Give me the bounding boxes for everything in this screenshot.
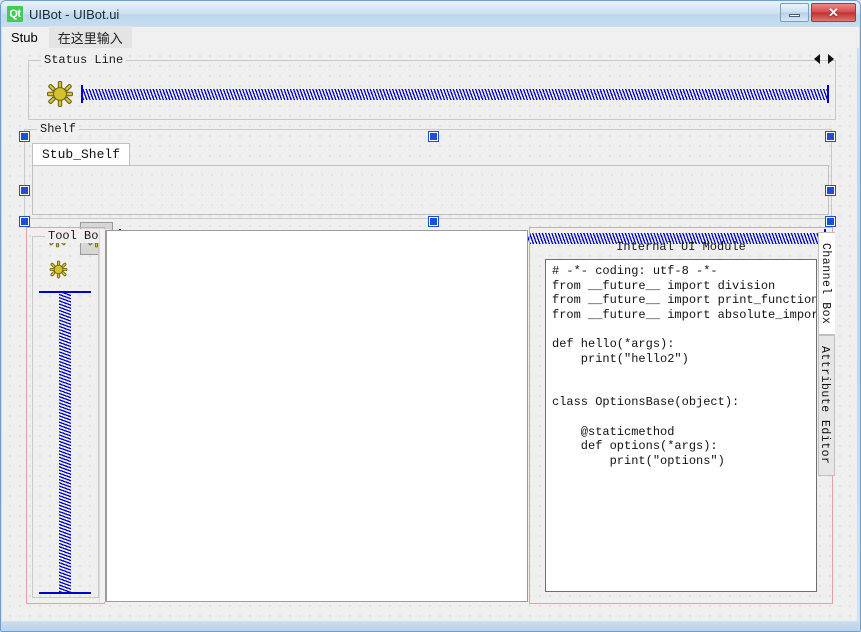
status-line-gear-icon[interactable]: [46, 80, 74, 108]
application-window: Qt UIBot - UIBot.ui ✕ Stub 在这里输入 Status …: [0, 0, 861, 632]
selection-handle-middle-right[interactable]: [825, 185, 836, 196]
selection-handle-top-center[interactable]: [428, 131, 439, 142]
menu-item-new-placeholder[interactable]: 在这里输入: [48, 26, 132, 49]
selection-handle-top-right[interactable]: [825, 131, 836, 142]
internal-ui-module-editor[interactable]: # -*- coding: utf-8 -*- from __future__ …: [545, 259, 817, 592]
minimize-button[interactable]: [780, 3, 809, 22]
spacer-spring: [83, 88, 827, 100]
designer-form-canvas: Status Line Shelf Stub_Shelf Tool Box In…: [2, 48, 857, 621]
selection-handle-bottom-center[interactable]: [428, 216, 439, 227]
shelf-tabstrip: Stub_Shelf: [32, 143, 131, 166]
selection-handle-bottom-left[interactable]: [19, 216, 30, 227]
close-icon: ✕: [828, 4, 839, 20]
titlebar: Qt UIBot - UIBot.ui ✕: [1, 1, 860, 27]
tab-scroll-arrows[interactable]: [814, 54, 834, 64]
central-workspace[interactable]: [106, 230, 528, 602]
menubar: Stub 在这里输入: [2, 26, 859, 49]
tool-box-vertical-spacer[interactable]: [39, 291, 91, 594]
tool-box-button[interactable]: [48, 259, 69, 280]
internal-ui-module-title: Internal UI Module: [616, 240, 746, 254]
menu-item-stub[interactable]: Stub: [2, 28, 47, 47]
central-splitter-handle[interactable]: [99, 230, 106, 602]
right-dock-tabbar: Channel Box Attribute Editor: [818, 232, 835, 476]
status-line-title: Status Line: [41, 53, 127, 67]
shelf-title: Shelf: [37, 122, 80, 136]
spacer-cap-bottom: [39, 592, 91, 594]
internal-ui-module-code[interactable]: # -*- coding: utf-8 -*- from __future__ …: [546, 260, 816, 472]
chevron-left-icon[interactable]: [814, 54, 820, 64]
spacer-spring: [59, 293, 71, 592]
gear-icon: [49, 260, 68, 279]
window-controls: ✕: [780, 3, 856, 22]
status-line-horizontal-spacer[interactable]: [81, 84, 829, 104]
chevron-right-icon[interactable]: [828, 54, 834, 64]
shelf-tab-page: [32, 165, 829, 215]
selection-handle-middle-left[interactable]: [19, 185, 30, 196]
close-button[interactable]: ✕: [811, 3, 856, 22]
selection-handle-top-left[interactable]: [19, 131, 30, 142]
window-bottom-chrome: [1, 622, 860, 631]
shelf-tab-stub-shelf[interactable]: Stub_Shelf: [32, 143, 131, 166]
vertical-tab-attribute-editor[interactable]: Attribute Editor: [818, 335, 835, 476]
selection-handle-bottom-right[interactable]: [825, 216, 836, 227]
qt-logo-icon: Qt: [7, 6, 23, 22]
vertical-tab-channel-box[interactable]: Channel Box: [818, 232, 835, 336]
spacer-cap-right: [827, 85, 829, 103]
status-line-groupbox[interactable]: Status Line: [28, 53, 836, 120]
window-title: UIBot - UIBot.ui: [29, 6, 120, 22]
